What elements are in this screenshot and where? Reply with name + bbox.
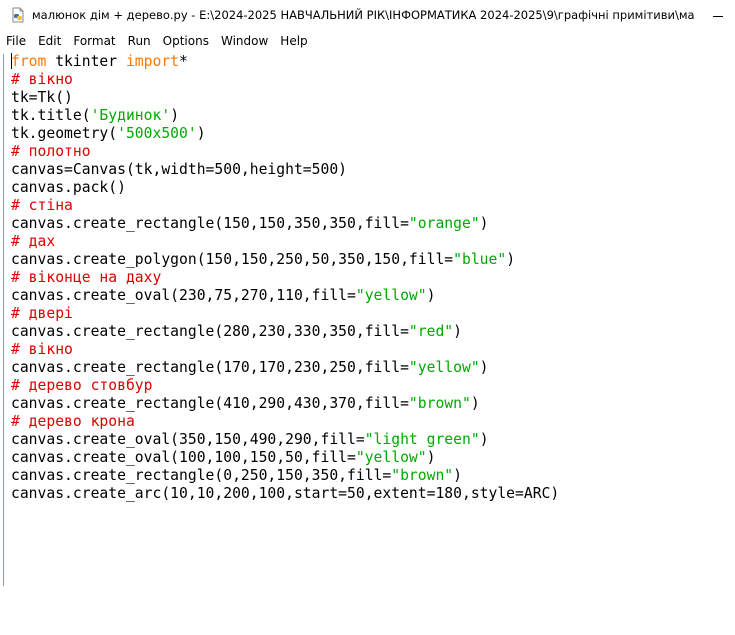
code-token-comment: # вікно xyxy=(11,71,73,88)
code-token-code: ) xyxy=(479,215,489,232)
code-token-code: canvas=Canvas(tk,width=500,height=500) xyxy=(11,161,348,178)
menu-file[interactable]: File xyxy=(0,31,32,51)
code-token-code: canvas.create_oval(230,75,270,110,fill= xyxy=(11,287,356,304)
code-token-code: canvas.create_polygon(150,150,250,50,350… xyxy=(11,251,454,268)
code-token-comment: # стіна xyxy=(11,197,73,214)
code-token-string: "yellow" xyxy=(408,359,480,376)
code-token-code: ) xyxy=(170,107,180,124)
code-token-code: ) xyxy=(470,395,480,412)
code-token-comment: # дерево стовбур xyxy=(11,377,153,394)
code-token-code: tk.geometry( xyxy=(11,125,118,142)
menu-options[interactable]: Options xyxy=(157,31,215,51)
menu-run[interactable]: Run xyxy=(122,31,157,51)
code-line[interactable]: canvas.create_polygon(150,150,250,50,350… xyxy=(11,251,559,269)
code-token-comment: # двері xyxy=(11,305,73,322)
code-token-code: canvas.pack() xyxy=(11,179,126,196)
code-line[interactable]: canvas.pack() xyxy=(11,179,559,197)
code-line[interactable]: # полотно xyxy=(11,143,559,161)
code-token-string: '500x500' xyxy=(117,125,197,142)
code-token-string: "yellow" xyxy=(355,287,427,304)
code-token-string: "brown" xyxy=(391,467,454,484)
code-line[interactable]: # вікно xyxy=(11,341,559,359)
code-token-string: "brown" xyxy=(408,395,471,412)
idle-editor-window: малюнок дім + дерево.py - E:\2024-2025 Н… xyxy=(0,0,735,635)
minimize-icon xyxy=(712,15,723,17)
code-token-code: ) xyxy=(196,125,206,142)
code-token-code: canvas.create_rectangle(410,290,430,370,… xyxy=(11,395,409,412)
code-line[interactable]: # двері xyxy=(11,305,559,323)
code-token-comment: # віконце на даху xyxy=(11,269,162,286)
menu-help[interactable]: Help xyxy=(274,31,313,51)
code-token-string: "blue" xyxy=(453,251,507,268)
code-line[interactable]: canvas.create_rectangle(150,150,350,350,… xyxy=(11,215,559,233)
code-token-code: canvas.create_rectangle(0,250,150,350,fi… xyxy=(11,467,392,484)
code-token-code: canvas.create_rectangle(280,230,330,350,… xyxy=(11,323,409,340)
code-token-comment: # полотно xyxy=(11,143,91,160)
minimize-button[interactable] xyxy=(700,0,735,32)
menu-format[interactable]: Format xyxy=(67,31,121,51)
python-file-icon xyxy=(12,7,24,23)
code-line[interactable]: canvas.create_rectangle(0,250,150,350,fi… xyxy=(11,467,559,485)
code-line[interactable]: # дерево стовбур xyxy=(11,377,559,395)
code-token-code: canvas.create_rectangle(170,170,230,250,… xyxy=(11,359,409,376)
code-token-comment: # дах xyxy=(11,233,56,250)
code-text-area[interactable]: from tkinter import* # вікно tk=Tk() tk.tit… xyxy=(11,53,559,503)
code-line[interactable]: canvas.create_rectangle(170,170,230,250,… xyxy=(11,359,559,377)
code-token-keyword: import xyxy=(125,53,180,70)
code-line[interactable]: # віконце на даху xyxy=(11,269,559,287)
code-line[interactable]: canvas.create_rectangle(280,230,330,350,… xyxy=(11,323,559,341)
code-line[interactable]: # стіна xyxy=(11,197,559,215)
code-line[interactable]: canvas.create_rectangle(410,290,430,370,… xyxy=(11,395,559,413)
code-line[interactable]: canvas.create_oval(350,150,490,290,fill=… xyxy=(11,431,559,449)
code-token-code: * xyxy=(179,53,188,70)
code-token-string: "light green" xyxy=(364,431,480,448)
code-token-code: tk.title( xyxy=(11,107,91,124)
code-token-string: 'Будинок' xyxy=(90,107,171,124)
code-line[interactable]: canvas.create_oval(230,75,270,110,fill="… xyxy=(11,287,559,305)
code-token-code: canvas.create_arc(10,10,200,100,start=50… xyxy=(11,485,560,502)
code-line[interactable]: # дерево крона xyxy=(11,413,559,431)
menu-window[interactable]: Window xyxy=(215,31,274,51)
code-token-comment: # дерево крона xyxy=(11,413,135,430)
code-token-string: "yellow" xyxy=(355,449,427,466)
window-title: малюнок дім + дерево.py - E:\2024-2025 Н… xyxy=(32,8,694,22)
code-line[interactable]: # вікно xyxy=(11,71,559,89)
code-token-code: ) xyxy=(453,467,462,484)
code-line[interactable]: # дах xyxy=(11,233,559,251)
code-token-code: ) xyxy=(506,251,516,268)
code-token-code: tk=Tk() xyxy=(11,89,73,106)
code-token-code: canvas.create_rectangle(150,150,350,350,… xyxy=(11,215,409,232)
menu-edit[interactable]: Edit xyxy=(32,31,67,51)
code-token-code: ) xyxy=(479,431,489,448)
code-token-code: ) xyxy=(426,287,436,304)
code-token-code: canvas.create_oval(350,150,490,290,fill= xyxy=(11,431,365,448)
code-line[interactable]: from tkinter import* xyxy=(11,53,559,71)
code-line[interactable]: canvas=Canvas(tk,width=500,height=500) xyxy=(11,161,559,179)
code-line[interactable]: canvas.create_oval(100,100,150,50,fill="… xyxy=(11,449,559,467)
code-token-string: "red" xyxy=(408,323,454,340)
code-line[interactable]: tk=Tk() xyxy=(11,89,559,107)
code-token-code: ) xyxy=(453,323,462,340)
code-token-string: "orange" xyxy=(408,215,480,232)
code-token-code: ) xyxy=(479,359,489,376)
code-token-code: tkinter xyxy=(46,53,126,70)
code-token-comment: # вікно xyxy=(11,341,73,358)
editor-left-border xyxy=(3,54,4,586)
code-token-keyword: from xyxy=(11,53,47,70)
title-bar[interactable]: малюнок дім + дерево.py - E:\2024-2025 Н… xyxy=(0,0,735,32)
code-line[interactable]: canvas.create_arc(10,10,200,100,start=50… xyxy=(11,485,559,503)
code-token-code: canvas.create_oval(100,100,150,50,fill= xyxy=(11,449,356,466)
code-token-code: ) xyxy=(426,449,436,466)
code-line[interactable]: tk.title('Будинок') xyxy=(11,107,559,125)
menu-bar: File Edit Format Run Options Window Help xyxy=(0,31,735,51)
code-line[interactable]: tk.geometry('500x500') xyxy=(11,125,559,143)
